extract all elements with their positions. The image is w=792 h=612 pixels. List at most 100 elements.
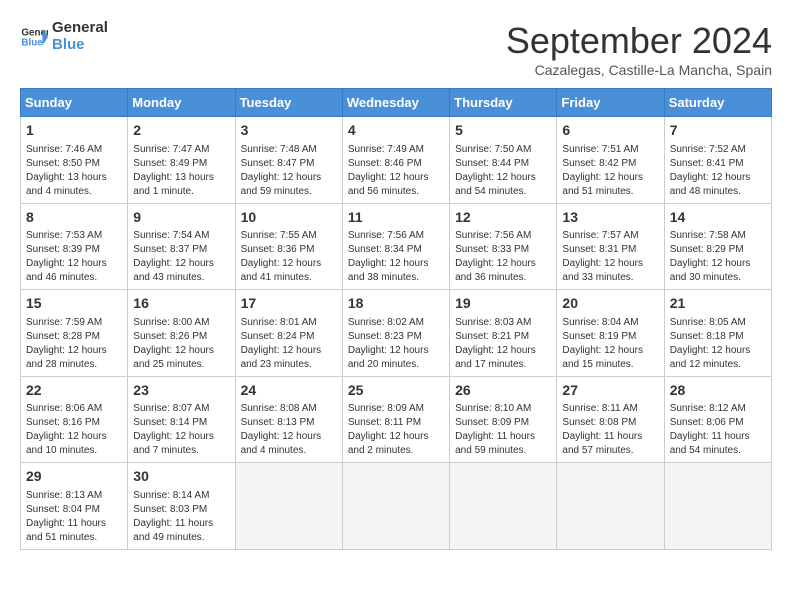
day-info: Sunset: 8:42 PM — [562, 157, 658, 171]
day-info: Daylight: 12 hours and 48 minutes. — [670, 171, 766, 199]
calendar-header-row: SundayMondayTuesdayWednesdayThursdayFrid… — [21, 89, 772, 117]
calendar-week-5: 29Sunrise: 8:13 AMSunset: 8:04 PMDayligh… — [21, 463, 772, 550]
calendar-cell: 2Sunrise: 7:47 AMSunset: 8:49 PMDaylight… — [128, 117, 235, 204]
calendar-cell: 9Sunrise: 7:54 AMSunset: 8:37 PMDaylight… — [128, 203, 235, 290]
calendar-cell — [235, 463, 342, 550]
day-info: Daylight: 11 hours and 51 minutes. — [26, 517, 122, 545]
day-number: 24 — [241, 381, 337, 401]
day-number: 9 — [133, 208, 229, 228]
day-info: Sunrise: 8:10 AM — [455, 402, 551, 416]
day-info: Daylight: 12 hours and 7 minutes. — [133, 430, 229, 458]
day-number: 12 — [455, 208, 551, 228]
day-info: Sunrise: 8:02 AM — [348, 316, 444, 330]
header-cell-monday: Monday — [128, 89, 235, 117]
day-info: Daylight: 12 hours and 38 minutes. — [348, 257, 444, 285]
title-area: September 2024 Cazalegas, Castille-La Ma… — [506, 20, 772, 78]
day-info: Daylight: 13 hours and 1 minute. — [133, 171, 229, 199]
day-number: 19 — [455, 294, 551, 314]
calendar-week-4: 22Sunrise: 8:06 AMSunset: 8:16 PMDayligh… — [21, 376, 772, 463]
calendar-cell: 3Sunrise: 7:48 AMSunset: 8:47 PMDaylight… — [235, 117, 342, 204]
calendar-cell: 28Sunrise: 8:12 AMSunset: 8:06 PMDayligh… — [664, 376, 771, 463]
calendar-cell: 5Sunrise: 7:50 AMSunset: 8:44 PMDaylight… — [450, 117, 557, 204]
day-info: Sunset: 8:39 PM — [26, 243, 122, 257]
day-number: 1 — [26, 121, 122, 141]
location-subtitle: Cazalegas, Castille-La Mancha, Spain — [506, 62, 772, 78]
calendar-cell: 11Sunrise: 7:56 AMSunset: 8:34 PMDayligh… — [342, 203, 449, 290]
calendar-cell: 27Sunrise: 8:11 AMSunset: 8:08 PMDayligh… — [557, 376, 664, 463]
day-info: Daylight: 12 hours and 17 minutes. — [455, 344, 551, 372]
day-info: Sunset: 8:08 PM — [562, 416, 658, 430]
day-info: Sunrise: 7:55 AM — [241, 229, 337, 243]
calendar-cell: 16Sunrise: 8:00 AMSunset: 8:26 PMDayligh… — [128, 290, 235, 377]
day-info: Daylight: 12 hours and 12 minutes. — [670, 344, 766, 372]
calendar-cell: 13Sunrise: 7:57 AMSunset: 8:31 PMDayligh… — [557, 203, 664, 290]
day-number: 27 — [562, 381, 658, 401]
calendar-cell: 21Sunrise: 8:05 AMSunset: 8:18 PMDayligh… — [664, 290, 771, 377]
day-number: 15 — [26, 294, 122, 314]
calendar-cell: 10Sunrise: 7:55 AMSunset: 8:36 PMDayligh… — [235, 203, 342, 290]
day-info: Daylight: 12 hours and 36 minutes. — [455, 257, 551, 285]
day-info: Sunrise: 8:01 AM — [241, 316, 337, 330]
day-number: 20 — [562, 294, 658, 314]
day-number: 26 — [455, 381, 551, 401]
day-info: Daylight: 12 hours and 46 minutes. — [26, 257, 122, 285]
day-number: 7 — [670, 121, 766, 141]
calendar-cell: 15Sunrise: 7:59 AMSunset: 8:28 PMDayligh… — [21, 290, 128, 377]
header-cell-wednesday: Wednesday — [342, 89, 449, 117]
day-info: Sunset: 8:09 PM — [455, 416, 551, 430]
calendar-cell: 22Sunrise: 8:06 AMSunset: 8:16 PMDayligh… — [21, 376, 128, 463]
day-number: 30 — [133, 467, 229, 487]
day-info: Sunrise: 7:47 AM — [133, 143, 229, 157]
calendar-cell: 6Sunrise: 7:51 AMSunset: 8:42 PMDaylight… — [557, 117, 664, 204]
day-info: Sunrise: 7:59 AM — [26, 316, 122, 330]
day-info: Daylight: 12 hours and 41 minutes. — [241, 257, 337, 285]
day-number: 6 — [562, 121, 658, 141]
day-number: 3 — [241, 121, 337, 141]
calendar-cell: 17Sunrise: 8:01 AMSunset: 8:24 PMDayligh… — [235, 290, 342, 377]
day-info: Sunset: 8:44 PM — [455, 157, 551, 171]
calendar-cell: 1Sunrise: 7:46 AMSunset: 8:50 PMDaylight… — [21, 117, 128, 204]
month-title: September 2024 — [506, 20, 772, 62]
day-number: 21 — [670, 294, 766, 314]
day-info: Daylight: 12 hours and 28 minutes. — [26, 344, 122, 372]
day-number: 10 — [241, 208, 337, 228]
day-info: Sunset: 8:13 PM — [241, 416, 337, 430]
header-cell-tuesday: Tuesday — [235, 89, 342, 117]
calendar-cell: 20Sunrise: 8:04 AMSunset: 8:19 PMDayligh… — [557, 290, 664, 377]
day-info: Sunrise: 8:09 AM — [348, 402, 444, 416]
day-number: 22 — [26, 381, 122, 401]
day-info: Sunrise: 7:53 AM — [26, 229, 122, 243]
day-info: Sunrise: 8:04 AM — [562, 316, 658, 330]
day-info: Sunset: 8:04 PM — [26, 503, 122, 517]
day-number: 18 — [348, 294, 444, 314]
day-number: 17 — [241, 294, 337, 314]
day-number: 23 — [133, 381, 229, 401]
calendar-week-2: 8Sunrise: 7:53 AMSunset: 8:39 PMDaylight… — [21, 203, 772, 290]
calendar-cell — [664, 463, 771, 550]
day-info: Daylight: 11 hours and 54 minutes. — [670, 430, 766, 458]
day-info: Sunrise: 8:08 AM — [241, 402, 337, 416]
calendar-cell: 7Sunrise: 7:52 AMSunset: 8:41 PMDaylight… — [664, 117, 771, 204]
day-info: Sunrise: 7:46 AM — [26, 143, 122, 157]
day-info: Daylight: 12 hours and 4 minutes. — [241, 430, 337, 458]
day-info: Sunrise: 7:56 AM — [348, 229, 444, 243]
day-number: 13 — [562, 208, 658, 228]
day-info: Sunrise: 8:07 AM — [133, 402, 229, 416]
day-info: Sunset: 8:06 PM — [670, 416, 766, 430]
day-info: Daylight: 11 hours and 59 minutes. — [455, 430, 551, 458]
day-info: Daylight: 12 hours and 33 minutes. — [562, 257, 658, 285]
day-info: Daylight: 12 hours and 56 minutes. — [348, 171, 444, 199]
day-info: Sunrise: 8:06 AM — [26, 402, 122, 416]
day-info: Sunrise: 7:50 AM — [455, 143, 551, 157]
calendar-cell: 18Sunrise: 8:02 AMSunset: 8:23 PMDayligh… — [342, 290, 449, 377]
day-info: Sunrise: 7:54 AM — [133, 229, 229, 243]
day-info: Sunset: 8:11 PM — [348, 416, 444, 430]
day-number: 11 — [348, 208, 444, 228]
day-number: 8 — [26, 208, 122, 228]
day-info: Sunrise: 7:51 AM — [562, 143, 658, 157]
calendar-cell: 30Sunrise: 8:14 AMSunset: 8:03 PMDayligh… — [128, 463, 235, 550]
header-cell-thursday: Thursday — [450, 89, 557, 117]
day-info: Daylight: 12 hours and 2 minutes. — [348, 430, 444, 458]
calendar-cell: 26Sunrise: 8:10 AMSunset: 8:09 PMDayligh… — [450, 376, 557, 463]
day-number: 28 — [670, 381, 766, 401]
